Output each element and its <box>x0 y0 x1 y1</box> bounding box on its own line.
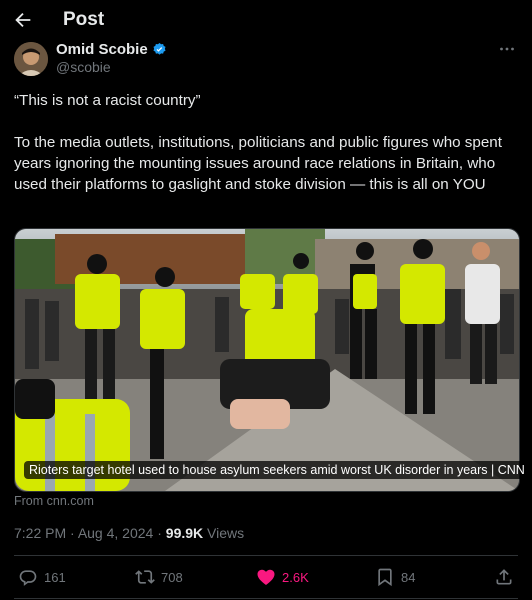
repost-icon <box>135 570 155 584</box>
share-icon <box>496 569 512 585</box>
link-card-source[interactable]: From cnn.com <box>14 494 94 508</box>
news-photo <box>15 229 519 491</box>
back-button[interactable] <box>10 8 36 32</box>
bookmark-icon <box>378 568 392 587</box>
share-button[interactable] <box>494 562 514 592</box>
tweet-paragraph: “This is not a racist country” <box>14 92 201 109</box>
verified-badge-icon <box>153 42 166 55</box>
meta-separator: · <box>66 525 78 541</box>
repost-count: 708 <box>161 569 183 585</box>
top-bar: Post <box>0 0 532 40</box>
link-card-image[interactable] <box>14 228 520 492</box>
reply-count: 161 <box>44 569 66 585</box>
bookmark-button[interactable]: 84 <box>375 562 415 592</box>
views-count: 99.9K <box>165 525 204 541</box>
more-icon <box>500 47 514 51</box>
action-bar: 161 708 2.6K 84 <box>0 562 532 592</box>
divider <box>14 555 518 556</box>
like-count: 2.6K <box>282 569 309 585</box>
repost-button[interactable]: 708 <box>135 562 183 592</box>
views-label: Views <box>203 525 245 541</box>
link-card-title[interactable]: Rioters target hotel used to house asylu… <box>24 461 530 479</box>
tweet-text: “This is not a racist country” To the me… <box>14 90 520 195</box>
avatar[interactable] <box>14 42 48 76</box>
like-button[interactable]: 2.6K <box>256 562 309 592</box>
post-metadata: 7:22 PM · Aug 4, 2024 · 99.9K Views <box>14 525 244 541</box>
tweet-paragraph: To the media outlets, institutions, poli… <box>14 134 502 193</box>
divider <box>14 598 518 599</box>
post-date[interactable]: Aug 4, 2024 <box>78 525 154 541</box>
author-handle[interactable]: @scobie <box>56 59 111 75</box>
heart-icon <box>257 569 275 585</box>
arrow-left-icon <box>15 12 31 28</box>
reply-button[interactable]: 161 <box>18 562 66 592</box>
author-name[interactable]: Omid Scobie <box>56 41 148 58</box>
page-title: Post <box>63 9 105 30</box>
bookmark-count: 84 <box>401 569 416 585</box>
more-button[interactable] <box>498 42 516 56</box>
reply-icon <box>19 570 37 586</box>
author-name-row[interactable]: Omid Scobie <box>56 41 167 58</box>
meta-separator: · <box>153 525 166 541</box>
post-time[interactable]: 7:22 PM <box>14 525 66 541</box>
